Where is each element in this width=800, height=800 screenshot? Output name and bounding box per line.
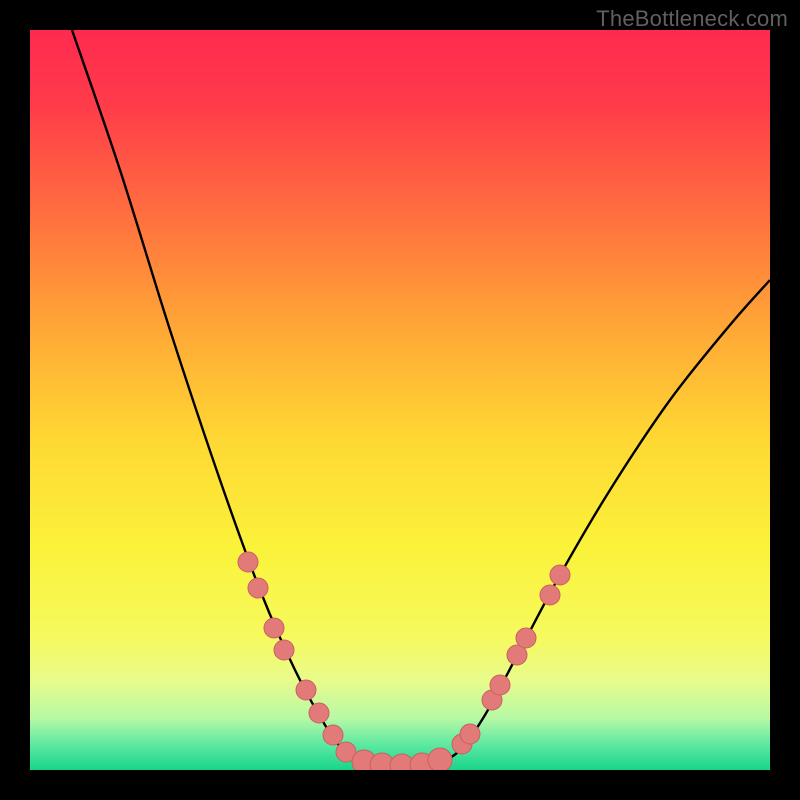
curve-marker [264,618,284,638]
plot-area [30,30,770,770]
curve-marker [550,565,570,585]
curve-marker [296,680,316,700]
curve-marker [274,640,294,660]
chart-frame: TheBottleneck.com [0,0,800,800]
curve-marker [323,725,343,745]
marker-group [238,552,570,770]
watermark-text: TheBottleneck.com [596,6,788,32]
curve-marker [428,748,452,770]
curve-marker [248,578,268,598]
curve-layer [30,30,770,770]
bottleneck-curve [72,30,770,766]
curve-marker [490,675,510,695]
curve-marker [516,628,536,648]
curve-marker [540,585,560,605]
curve-marker [460,724,480,744]
curve-marker [238,552,258,572]
curve-marker [309,703,329,723]
